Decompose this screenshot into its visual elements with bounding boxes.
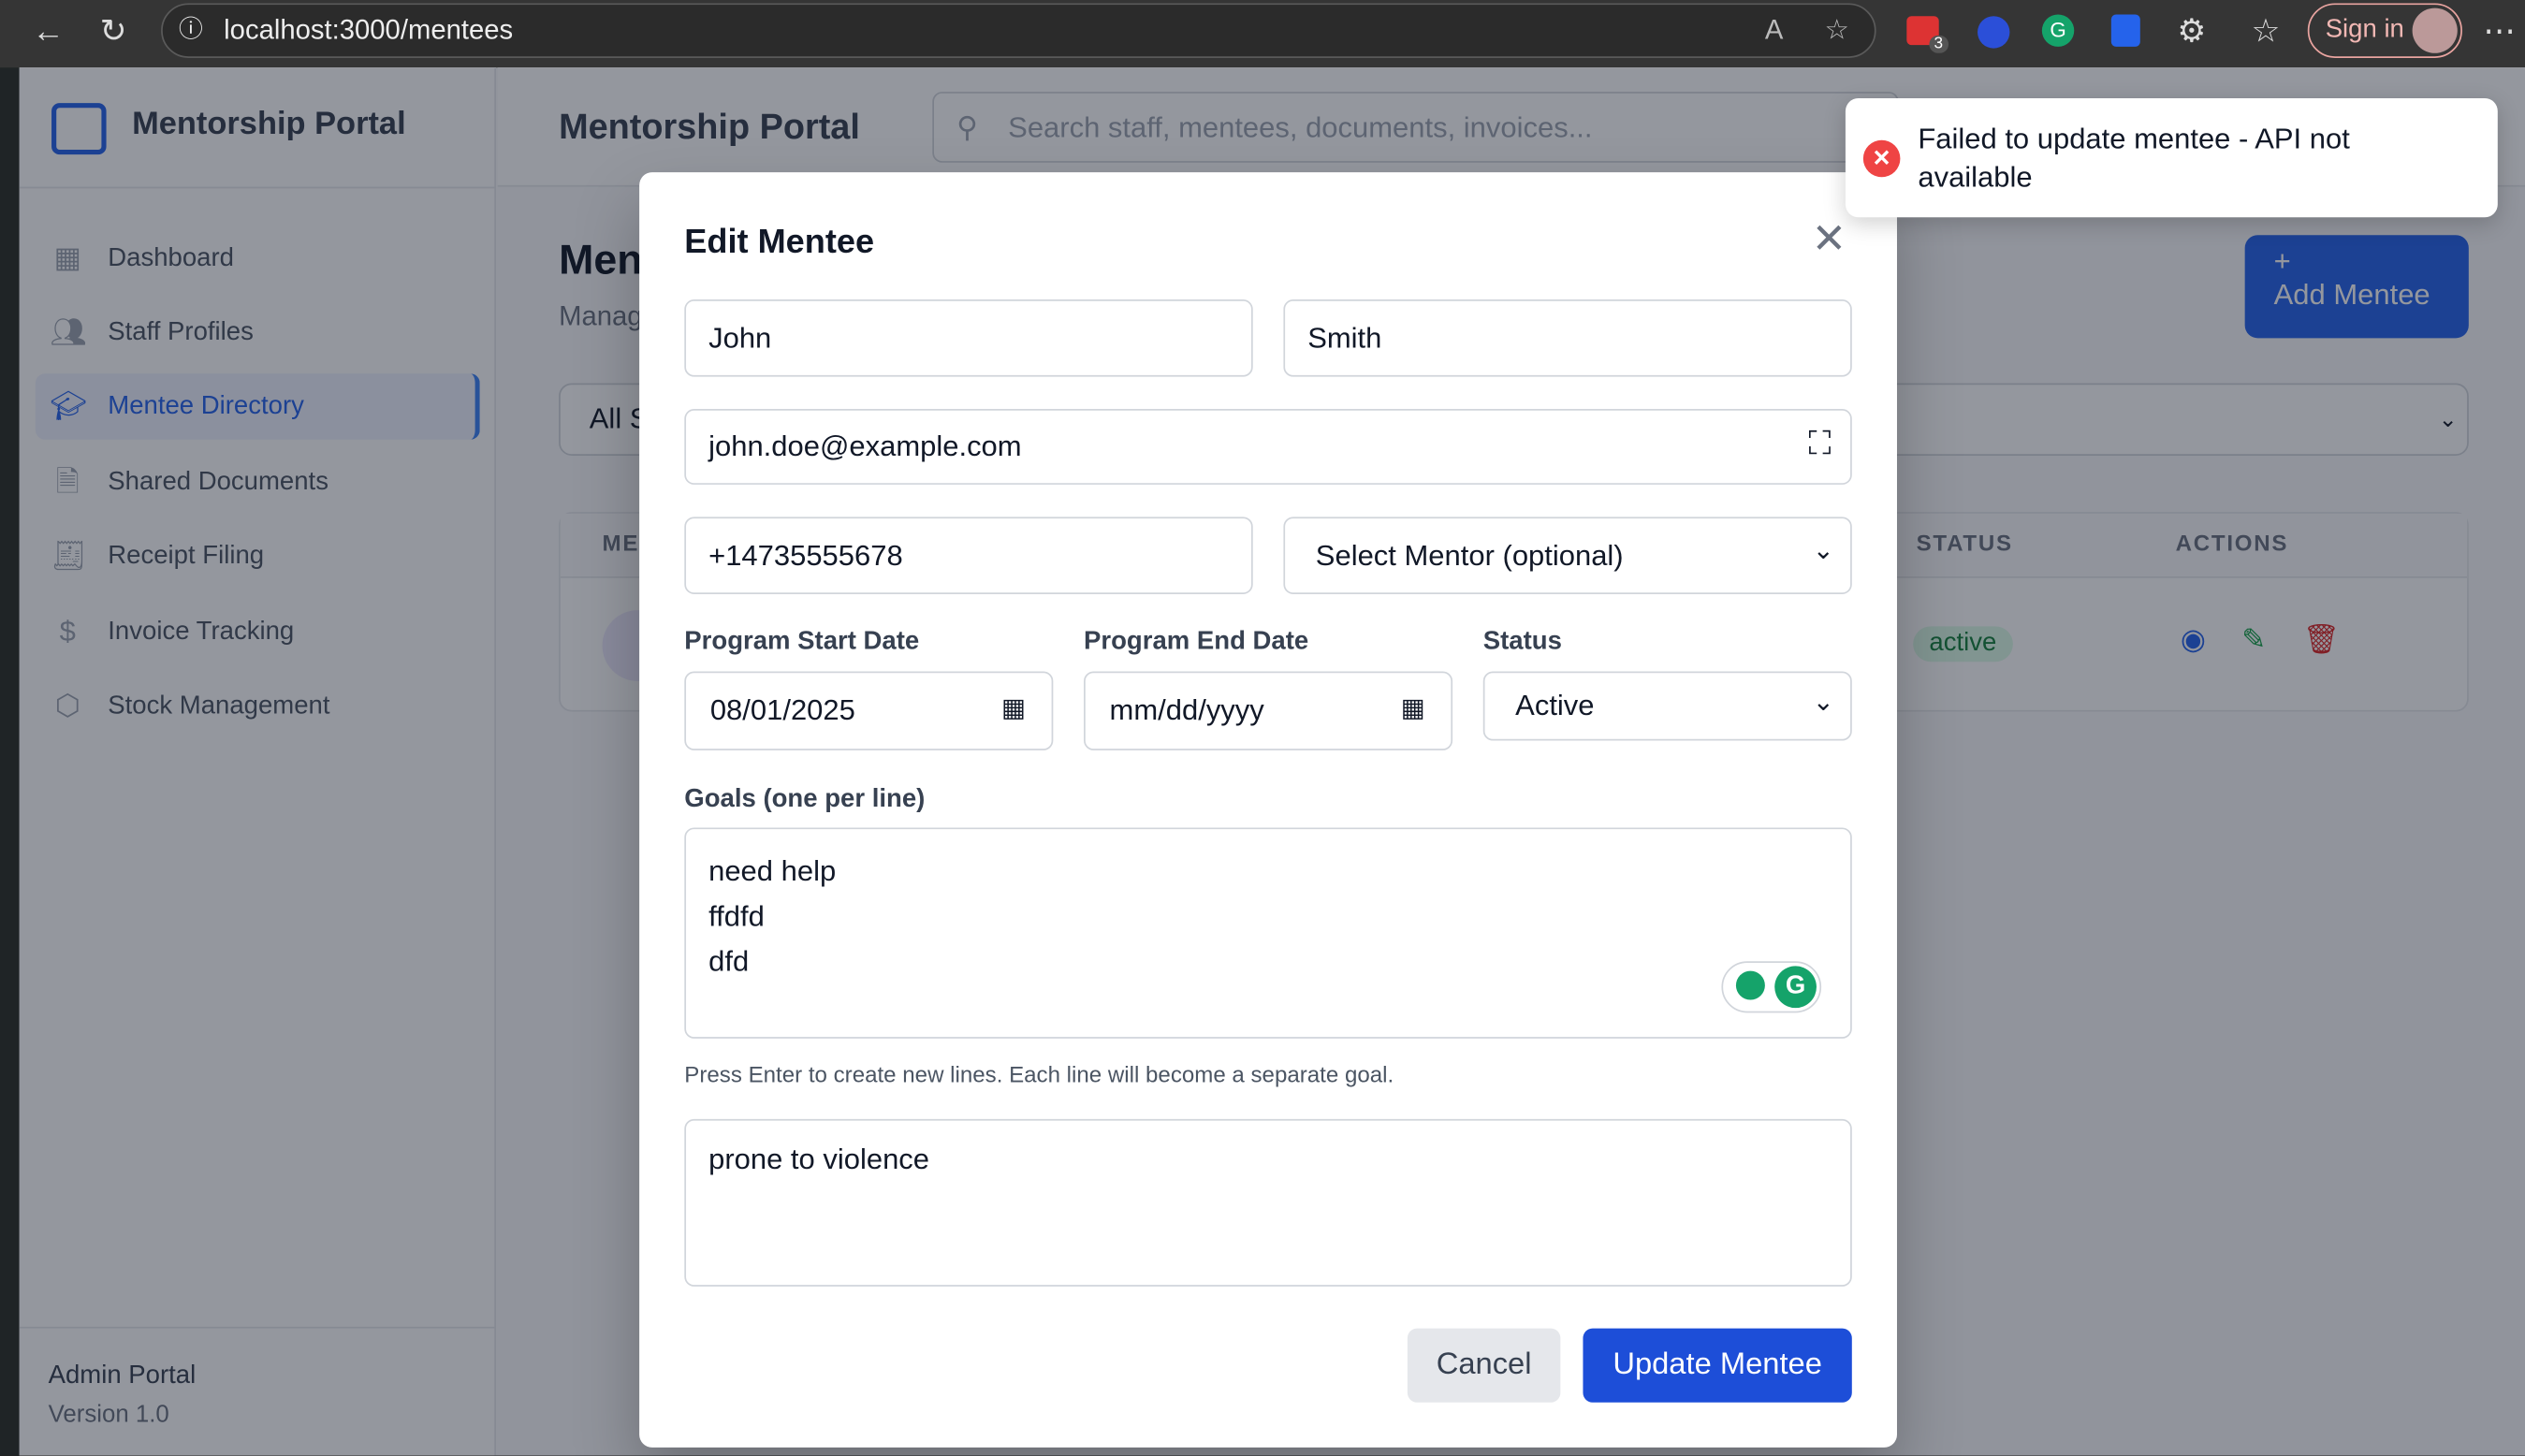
- avatar: [2412, 7, 2458, 53]
- address-bar[interactable]: ⓘ localhost:3000/mentees A ☆: [161, 3, 1876, 58]
- extension-icon[interactable]: [1978, 16, 2010, 49]
- email-input[interactable]: john.doe@example.com ⛶: [684, 409, 1852, 485]
- end-date-input[interactable]: mm/dd/yyyy ▦: [1084, 671, 1453, 750]
- notes-textarea[interactable]: prone to violence: [684, 1118, 1852, 1287]
- extension-badge: 3: [1929, 35, 1948, 53]
- calendar-icon[interactable]: ▦: [1001, 692, 1026, 724]
- first-name-input[interactable]: John: [684, 299, 1253, 377]
- grammarly-extension-icon[interactable]: G: [2041, 14, 2075, 47]
- error-toast: ✕ Failed to update mentee - API not avai…: [1845, 97, 2498, 218]
- status-select[interactable]: Active ⌄: [1482, 671, 1852, 741]
- goals-help-text: Press Enter to create new lines. Each li…: [684, 1060, 1394, 1087]
- toast-message: Failed to update mentee - API not availa…: [1918, 122, 2350, 194]
- error-icon: ✕: [1862, 139, 1901, 178]
- cancel-button[interactable]: Cancel: [1407, 1328, 1561, 1403]
- chevron-down-icon: ⌄: [1812, 537, 1834, 565]
- modal-title: Edit Mentee: [684, 224, 875, 261]
- extensions-icon[interactable]: ⚙: [2177, 3, 2206, 61]
- read-aloud-icon[interactable]: A: [1765, 5, 1784, 56]
- start-date-input[interactable]: 08/01/2025 ▦: [684, 671, 1054, 750]
- url-text: localhost:3000/mentees: [224, 14, 514, 46]
- chevron-down-icon: ⌄: [1812, 689, 1834, 717]
- favorites-icon[interactable]: ☆: [2252, 3, 2281, 61]
- update-mentee-button[interactable]: Update Mentee: [1583, 1328, 1852, 1403]
- reload-icon[interactable]: ↻: [100, 3, 127, 61]
- status-label: Status: [1482, 628, 1562, 656]
- close-icon[interactable]: ✕: [1812, 217, 1847, 259]
- calendar-icon[interactable]: ▦: [1401, 692, 1425, 724]
- back-icon[interactable]: ←: [32, 3, 64, 61]
- end-date-label: Program End Date: [1084, 628, 1309, 656]
- edit-mentee-modal: Edit Mentee ✕ John Smith john.doe@exampl…: [639, 172, 1897, 1448]
- sign-in-button[interactable]: Sign in: [2307, 3, 2462, 58]
- goals-label: Goals (one per line): [684, 785, 926, 813]
- start-date-label: Program Start Date: [684, 628, 920, 656]
- grammarly-icon[interactable]: G: [1774, 966, 1817, 1009]
- last-name-input[interactable]: Smith: [1283, 299, 1852, 377]
- star-icon[interactable]: ☆: [1825, 5, 1849, 56]
- extension-icon[interactable]: [2110, 14, 2140, 47]
- mentor-select[interactable]: Select Mentor (optional) ⌄: [1283, 517, 1852, 594]
- grammarly-widget[interactable]: G: [1721, 961, 1822, 1013]
- browser-toolbar: ← ↻ ⓘ localhost:3000/mentees A ☆ 3 G ⚙ ☆…: [0, 0, 2525, 68]
- autofill-contact-icon[interactable]: ⛶: [1808, 427, 1831, 464]
- phone-input[interactable]: +14735555678: [684, 517, 1253, 594]
- lightbulb-icon[interactable]: [1735, 970, 1765, 1000]
- more-icon[interactable]: ⋯: [2483, 3, 2515, 61]
- goals-textarea[interactable]: need help ffdfd dfd G: [684, 827, 1852, 1039]
- info-icon: ⓘ: [178, 16, 203, 44]
